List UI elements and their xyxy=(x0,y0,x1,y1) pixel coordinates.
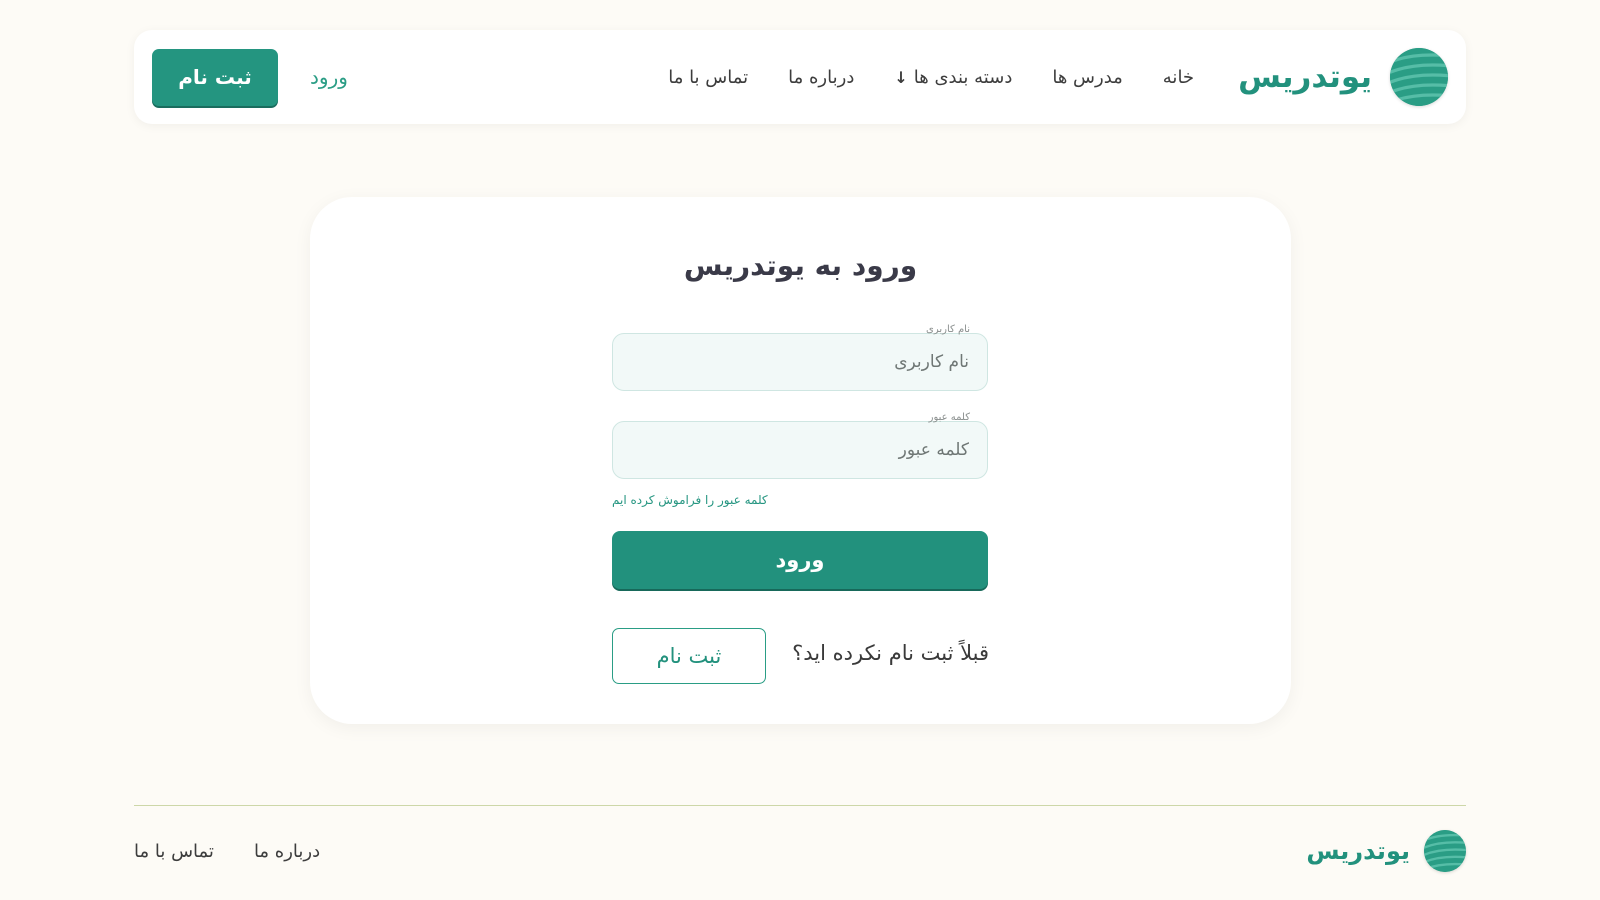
auth-actions: ورود ثبت نام xyxy=(152,48,348,106)
login-card: ورود به یوتدریس نام کاربری کلمه عبور کلم… xyxy=(310,197,1291,724)
nav-item-label: مدرس ها xyxy=(1052,66,1123,88)
footer-link-about[interactable]: درباره ما xyxy=(254,841,320,862)
footer-divider xyxy=(134,805,1466,806)
register-button[interactable]: ثبت نام xyxy=(612,628,766,684)
username-label: نام کاربری xyxy=(926,324,970,335)
main-nav: خانه مدرس ها دسته بندی ها ↓ درباره ما تم… xyxy=(348,67,1194,88)
nav-item-label: درباره ما xyxy=(788,66,855,88)
top-navbar: یوتدریس خانه مدرس ها دسته بندی ها ↓ دربا… xyxy=(134,30,1466,124)
password-label: کلمه عبور xyxy=(928,412,970,423)
username-input[interactable] xyxy=(612,333,988,391)
nav-item-categories[interactable]: دسته بندی ها ↓ xyxy=(894,67,1012,88)
no-account-text: قبلاً ثبت نام نکرده اید؟ xyxy=(792,641,989,665)
nav-item-about[interactable]: درباره ما xyxy=(788,67,854,88)
login-submit-button[interactable]: ورود xyxy=(612,531,988,589)
login-link[interactable]: ورود xyxy=(310,65,348,89)
forgot-password-link[interactable]: کلمه عبور را فراموش کرده ایم xyxy=(612,493,768,507)
nav-item-home[interactable]: خانه xyxy=(1163,67,1194,88)
nav-item-teachers[interactable]: مدرس ها xyxy=(1052,67,1122,88)
nav-item-label: دسته بندی ها xyxy=(913,66,1013,88)
footer-link-contact[interactable]: تماس با ما xyxy=(134,841,214,862)
nav-item-label: خانه xyxy=(1162,66,1195,88)
password-field: کلمه عبور xyxy=(612,413,988,479)
brand-name: یوتدریس xyxy=(1238,59,1372,95)
footer-brand[interactable]: یوتدریس xyxy=(1306,830,1466,872)
page-title: ورود به یوتدریس xyxy=(683,249,918,282)
arrow-down-icon: ↓ xyxy=(894,67,908,87)
signup-button[interactable]: ثبت نام xyxy=(152,48,278,106)
brand[interactable]: یوتدریس xyxy=(1238,48,1448,106)
password-input[interactable] xyxy=(612,421,988,479)
nav-item-label: تماس با ما xyxy=(668,66,749,88)
striped-globe-icon xyxy=(1390,48,1448,106)
footer: یوتدریس درباره ما تماس با ما xyxy=(134,827,1466,875)
username-field: نام کاربری xyxy=(612,325,988,391)
footer-links: درباره ما تماس با ما xyxy=(134,841,320,862)
nav-item-contact[interactable]: تماس با ما xyxy=(668,67,748,88)
striped-globe-icon xyxy=(1424,830,1466,872)
footer-brand-name: یوتدریس xyxy=(1306,837,1410,865)
